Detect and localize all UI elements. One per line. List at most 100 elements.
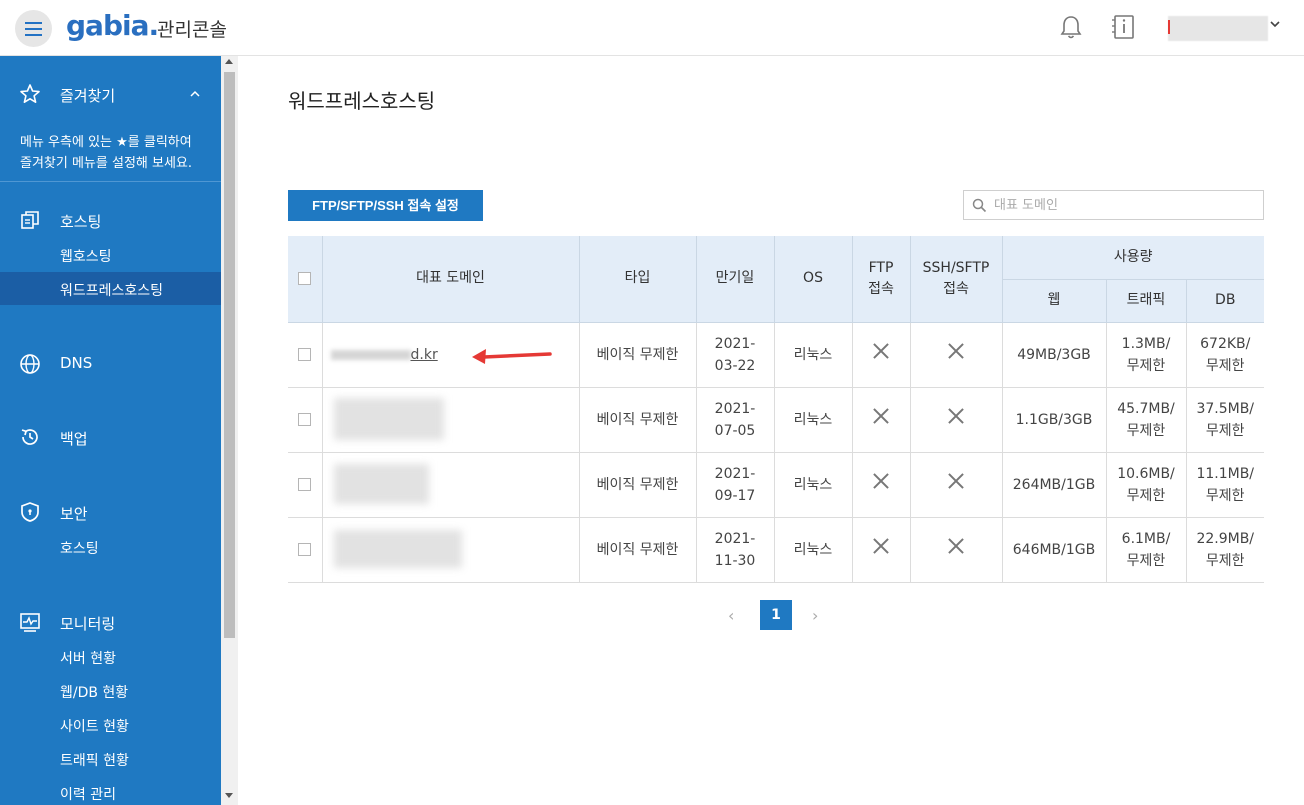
sidebar-favorites-title[interactable]: 즐겨찾기 [60,85,115,106]
sidebar-section-backup[interactable]: 백업 [60,428,88,449]
close-icon [948,408,964,424]
expire-cell: 2021- 11-30 [696,517,775,583]
notice-icon[interactable] [1112,14,1136,40]
console-title: 관리콘솔 [157,19,227,41]
scroll-up-arrow[interactable] [225,59,233,64]
close-icon [948,473,964,489]
star-icon [20,84,40,103]
ftp-cell [852,387,911,453]
db-cell: 11.1MB/무제한 [1186,452,1264,518]
sidebar-item-webdb-status[interactable]: 웹/DB 현황 [60,682,128,702]
row-checkbox[interactable] [298,348,312,361]
expire-cell: 2021- 09-17 [696,452,775,518]
sidebar-item-web-hosting[interactable]: 웹호스팅 [60,246,112,266]
ftp-cell [852,517,911,583]
close-icon [873,343,889,359]
sidebar-section-dns[interactable]: DNS [60,354,92,372]
row-checkbox[interactable] [298,478,312,491]
expire-cell: 2021- 07-05 [696,387,775,453]
expire-cell: 2021- 03-22 [696,322,775,388]
sidebar-section-hosting[interactable]: 호스팅 [60,211,101,232]
close-icon [873,408,889,424]
shield-icon [21,502,39,522]
hosting-icon [21,211,39,229]
db-cell: 37.5MB/무제한 [1186,387,1264,453]
chevron-up-icon[interactable] [189,89,201,99]
sidebar-item-traffic-status[interactable]: 트래픽 현황 [60,750,129,770]
col-type: 타입 [579,236,697,323]
domain-redacted [334,464,429,504]
scroll-down-arrow[interactable] [225,793,233,798]
menu-toggle-button[interactable] [15,10,52,47]
col-usage-traffic: 트래픽 [1106,279,1187,323]
ssh-cell [910,387,1003,453]
ssh-cell [910,452,1003,518]
col-usage-db: DB [1186,279,1264,323]
col-expire: 만기일 [696,236,775,323]
os-cell: 리눅스 [774,517,853,583]
page-title: 워드프레스호스팅 [288,89,436,113]
col-ftp: FTP 접속 [852,236,911,323]
type-cell: 베이직 무제한 [579,322,697,388]
sidebar-section-security[interactable]: 보안 [60,503,88,524]
ftp-cell [852,452,911,518]
ftp-settings-button[interactable]: FTP/SFTP/SSH 접속 설정 [288,190,483,221]
type-cell: 베이직 무제한 [579,387,697,453]
pagination: ‹ 1 › [718,600,838,630]
os-cell: 리눅스 [774,387,853,453]
close-icon [873,538,889,554]
close-icon [948,343,964,359]
web-usage-cell: 1.1GB/3GB [1002,387,1107,453]
web-usage-cell: 264MB/1GB [1002,452,1107,518]
col-usage-web: 웹 [1002,279,1107,323]
user-name-redacted[interactable] [1168,16,1268,41]
row-checkbox[interactable] [298,543,312,556]
close-icon [873,473,889,489]
globe-icon [20,354,40,374]
traffic-cell: 1.3MB/무제한 [1106,322,1187,388]
sidebar-item-server-status[interactable]: 서버 현황 [60,648,116,668]
sidebar-section-monitoring[interactable]: 모니터링 [60,613,115,634]
domain-link[interactable]: d.kr [411,347,438,363]
select-all-checkbox[interactable] [298,271,312,285]
web-usage-cell: 49MB/3GB [1002,322,1107,388]
header-select-all[interactable] [288,236,323,323]
os-cell: 리눅스 [774,452,853,518]
row-checkbox[interactable] [298,413,312,426]
sidebar-item-wordpress-hosting[interactable]: 워드프레스호스팅 [60,280,163,300]
pagination-page-1[interactable]: 1 [760,600,792,630]
ssh-cell [910,517,1003,583]
table-row: 베이직 무제한 2021- 09-17 리눅스 264MB/1GB 10.6MB/… [288,452,1264,518]
web-usage-cell: 646MB/1GB [1002,517,1107,583]
search-input[interactable] [994,195,1254,215]
sidebar-scrollbar[interactable] [221,56,238,805]
gabia-logo[interactable]: gabia. [66,9,159,42]
domain-redacted [334,398,444,440]
chevron-down-icon[interactable] [1269,18,1281,30]
scroll-thumb[interactable] [224,72,235,638]
table-row: d.kr 베이직 무제한 2021- 03-22 리눅스 49MB/3GB 1.3… [288,322,1264,388]
sidebar-item-site-status[interactable]: 사이트 현황 [60,716,129,736]
backup-icon [21,429,38,445]
col-domain: 대표 도메인 [322,236,580,323]
search-icon [972,198,987,213]
db-cell: 22.9MB/무제한 [1186,517,1264,583]
sidebar-item-history[interactable]: 이력 관리 [60,784,116,804]
col-usage: 사용량 [1002,236,1264,280]
monitoring-icon [20,613,40,632]
close-icon [948,538,964,554]
db-cell: 672KB/무제한 [1186,322,1264,388]
sidebar-divider [0,181,221,182]
type-cell: 베이직 무제한 [579,517,697,583]
bell-icon[interactable] [1059,14,1083,40]
pagination-prev[interactable]: ‹ [728,606,734,625]
user-badge [1168,20,1170,34]
ssh-cell [910,322,1003,388]
domain-search-box[interactable] [963,190,1264,220]
sidebar-item-security-hosting[interactable]: 호스팅 [60,538,99,558]
traffic-cell: 45.7MB/무제한 [1106,387,1187,453]
os-cell: 리눅스 [774,322,853,388]
ftp-cell [852,322,911,388]
col-ssh: SSH/SFTP 접속 [910,236,1003,323]
pagination-next[interactable]: › [812,606,818,625]
